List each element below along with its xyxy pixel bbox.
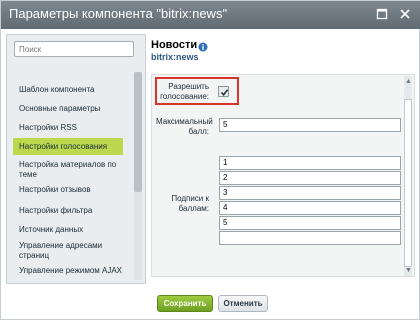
max-score-input[interactable]: 5 [219, 118, 401, 132]
sidebar-item[interactable]: Основные параметры [13, 102, 128, 116]
score-caption-input[interactable]: 5 [219, 216, 401, 230]
sidebar-item[interactable]: Настройки отзывов [13, 183, 128, 197]
search-input[interactable] [14, 41, 134, 57]
score-caption-input[interactable]: 3 [219, 186, 401, 200]
score-caption-input[interactable]: 4 [219, 201, 401, 215]
sidebar-item[interactable]: Настройки фильтра [13, 204, 128, 218]
score-captions-label: Подписи к баллам: [171, 194, 209, 213]
maximize-icon[interactable] [375, 7, 389, 21]
component-parameters-dialog: Параметры компонента "bitrix:news" Шабло… [0, 0, 420, 320]
sidebar-scrollbar-thumb[interactable] [134, 72, 142, 192]
dialog-title: Параметры компонента "bitrix:news" [9, 6, 228, 21]
sidebar-item[interactable]: Управление адресами страниц [13, 239, 128, 263]
panel-scrollbar-thumb[interactable] [404, 99, 412, 267]
info-icon[interactable] [198, 42, 208, 52]
scroll-up-icon[interactable]: ▲ [405, 78, 412, 85]
allow-voting-checkbox[interactable] [218, 86, 229, 97]
score-caption-input[interactable]: 2 [219, 171, 401, 185]
cancel-button[interactable]: Отменить [218, 295, 268, 312]
sidebar-item[interactable]: Шаблон компонента [13, 83, 128, 97]
sidebar-item[interactable]: Источник данных [13, 223, 128, 237]
component-code: bitrix:news [151, 52, 199, 62]
close-icon[interactable] [398, 7, 412, 21]
sidebar-item[interactable]: Настройки голосования [13, 138, 123, 155]
save-button[interactable]: Сохранить [157, 295, 213, 312]
score-caption-input[interactable]: 1 [219, 156, 401, 170]
scroll-down-icon[interactable]: ▼ [405, 267, 412, 274]
sidebar-item[interactable]: Управление режимом AJAX [13, 264, 128, 278]
score-caption-input[interactable] [219, 231, 401, 245]
dialog-titlebar[interactable]: Параметры компонента "bitrix:news" [1, 1, 420, 29]
max-score-label: Максимальный балл: [156, 117, 213, 136]
allow-voting-label: Разрешить голосование: [160, 82, 209, 101]
content-header: Новости bitrix:news [151, 39, 199, 62]
sidebar-item[interactable]: Настройки RSS [13, 121, 128, 135]
component-title: Новости [151, 39, 198, 51]
sidebar-item[interactable]: Настройка материалов по теме [13, 158, 128, 182]
